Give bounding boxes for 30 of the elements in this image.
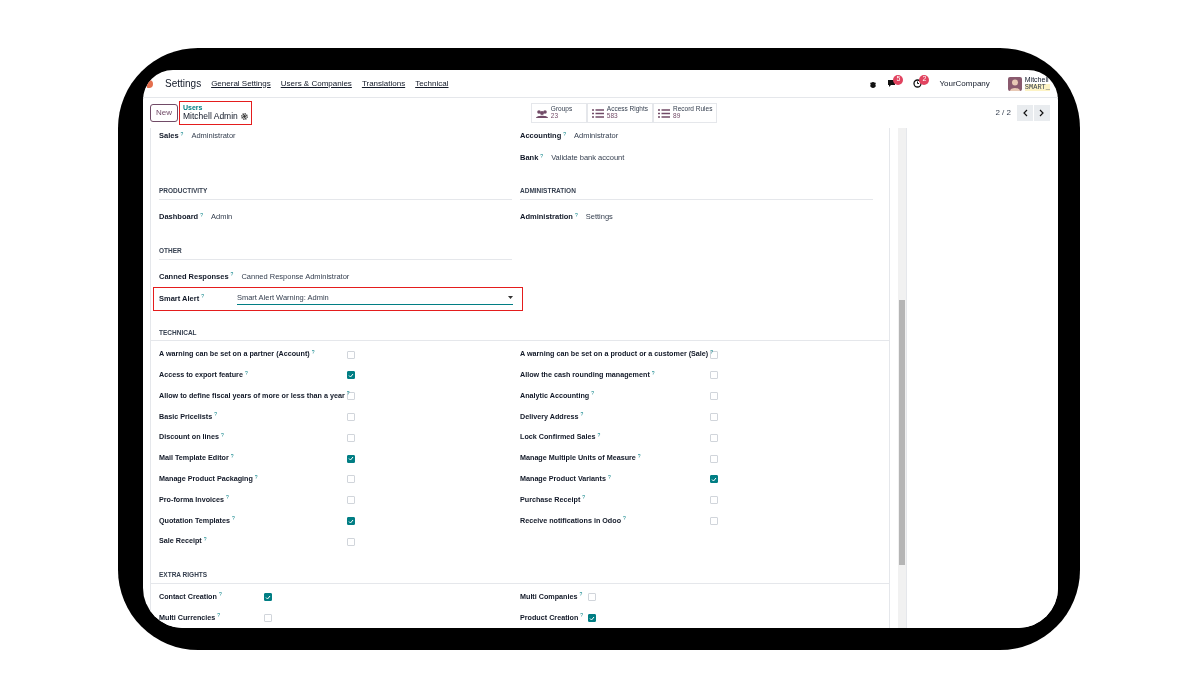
list-icon (591, 108, 604, 118)
menu-item[interactable]: Technical (415, 77, 449, 90)
app-title[interactable]: Settings (165, 76, 202, 91)
checkbox[interactable] (710, 475, 718, 484)
checkbox[interactable] (347, 371, 355, 380)
chevron-right-icon (1039, 109, 1045, 117)
chevron-left-icon (1022, 109, 1028, 117)
record-title: Mitchell Admin (183, 112, 238, 122)
checkbox[interactable] (347, 454, 355, 463)
previous-button[interactable] (1017, 105, 1033, 121)
next-button[interactable] (1034, 105, 1050, 121)
new-button[interactable]: New (150, 104, 178, 122)
menu-item[interactable]: Translations (361, 77, 406, 90)
checkbox[interactable] (347, 517, 355, 525)
scrollbar[interactable] (898, 128, 906, 628)
menu-item[interactable]: General Settings (211, 77, 271, 90)
scrollbar-thumb[interactable] (899, 300, 905, 565)
caret-icon (508, 296, 513, 299)
chat-icon[interactable] (887, 79, 897, 88)
app-icon[interactable] (147, 78, 155, 89)
menu-item[interactable]: Users & Companies (280, 77, 352, 90)
checkbox[interactable] (264, 593, 272, 602)
checkbox[interactable] (588, 614, 596, 623)
list-icon (658, 108, 670, 118)
clock-icon[interactable] (913, 79, 923, 88)
pager-value: 2 / 2 (995, 107, 1011, 119)
users-icon (535, 108, 548, 118)
settings-icon[interactable] (240, 113, 248, 121)
company-switcher[interactable]: YourCompany (939, 77, 990, 90)
avatar-icon[interactable] (1007, 76, 1022, 91)
